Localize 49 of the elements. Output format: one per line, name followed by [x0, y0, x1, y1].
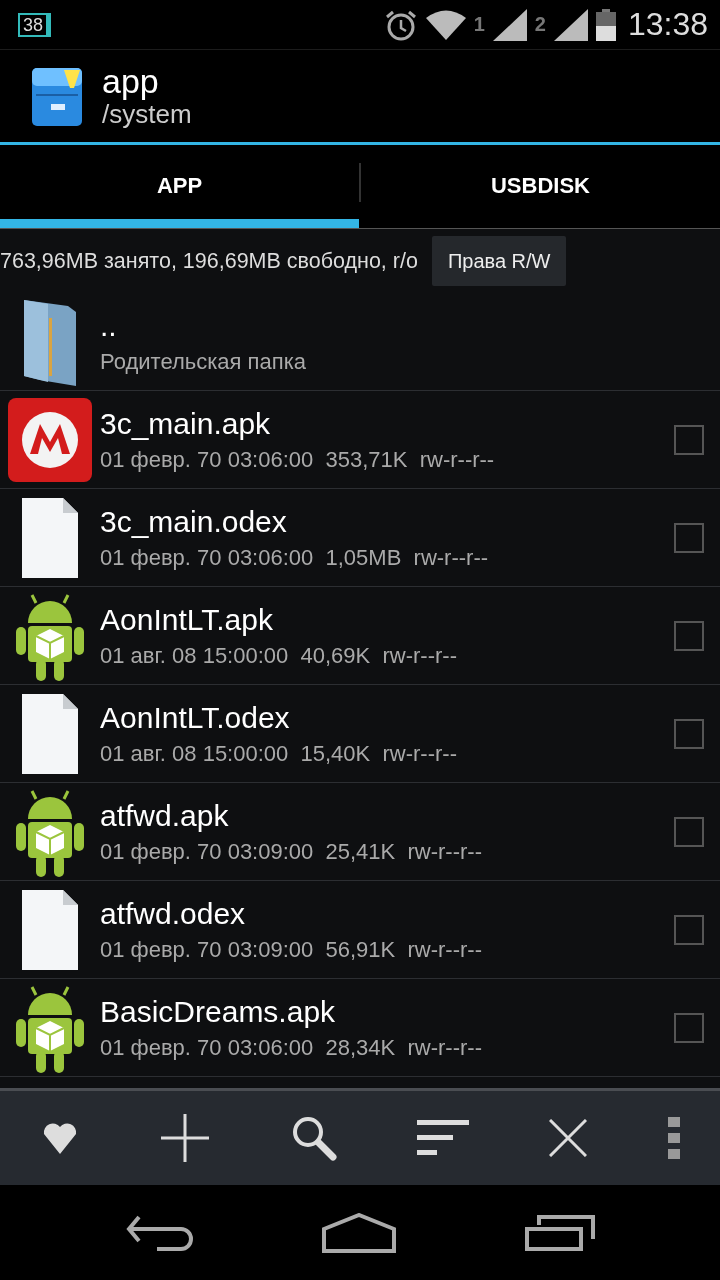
signal-icon: [492, 8, 527, 41]
file-name[interactable]: 3c_main.odex: [100, 504, 674, 539]
file-details: 01 февр. 70 03:09:00 25,41K rw-r--r--: [100, 838, 483, 865]
more-menu-icon[interactable]: [667, 1117, 680, 1159]
add-icon[interactable]: [160, 1113, 211, 1163]
search-icon[interactable]: [290, 1115, 337, 1161]
parent-folder-label: Родительская папка: [100, 348, 307, 375]
permissions-button[interactable]: Права R/W: [431, 236, 567, 286]
document-icon: [21, 496, 79, 579]
sim-number: 1: [473, 13, 485, 36]
file-details: 01 февр. 70 03:06:00 353,71K rw-r--r--: [100, 446, 496, 473]
file-details: 01 авг. 08 15:00:00 40,69K rw-r--r--: [100, 642, 458, 669]
back-icon[interactable]: [124, 1214, 193, 1251]
checkbox[interactable]: [674, 522, 704, 553]
file-name[interactable]: AonIntLT.apk: [100, 602, 674, 637]
file-name[interactable]: BasicDreams.apk: [100, 994, 674, 1029]
battery-icon: [595, 8, 616, 41]
file-name[interactable]: AonIntLT.odex: [100, 700, 674, 735]
parent-folder-name[interactable]: ..: [100, 308, 720, 343]
wifi-icon: [425, 8, 466, 41]
battery-percentage: 38: [18, 12, 52, 37]
file-details: 01 февр. 70 03:06:00 28,34K rw-r--r--: [100, 1034, 483, 1061]
file-details: 01 февр. 70 03:09:00 56,91K rw-r--r--: [100, 936, 483, 963]
checkbox[interactable]: [674, 914, 704, 945]
checkbox[interactable]: [674, 424, 704, 455]
file-details: 01 авг. 08 15:00:00 15,40K rw-r--r--: [100, 740, 458, 767]
folder-title: app: [102, 63, 160, 99]
file-details: 01 февр. 70 03:06:00 1,05MB rw-r--r--: [100, 544, 490, 571]
file-name[interactable]: 3c_main.apk: [100, 406, 674, 441]
checkbox[interactable]: [674, 1012, 704, 1043]
close-icon[interactable]: [549, 1119, 588, 1157]
checkbox[interactable]: [674, 620, 704, 651]
folder-path: /system: [102, 99, 192, 129]
document-icon: [21, 692, 79, 775]
document-icon: [21, 888, 79, 971]
tab[interactable]: USBDISK: [361, 145, 720, 228]
checkbox[interactable]: [674, 816, 704, 847]
sim-number: 2: [534, 13, 546, 36]
app-icon: [6, 395, 94, 484]
signal-icon: [553, 8, 588, 41]
storage-info: 763,96MB занято, 196,69MB свободно, r/o: [0, 248, 418, 274]
recent-apps-icon[interactable]: [525, 1214, 596, 1251]
checkbox[interactable]: [674, 718, 704, 749]
sort-icon[interactable]: [417, 1120, 470, 1156]
clock-time: 13:38: [627, 6, 708, 43]
tab[interactable]: APP: [0, 145, 359, 228]
file-name[interactable]: atfwd.apk: [100, 798, 674, 833]
home-icon[interactable]: [322, 1212, 396, 1253]
file-name[interactable]: atfwd.odex: [100, 896, 674, 931]
